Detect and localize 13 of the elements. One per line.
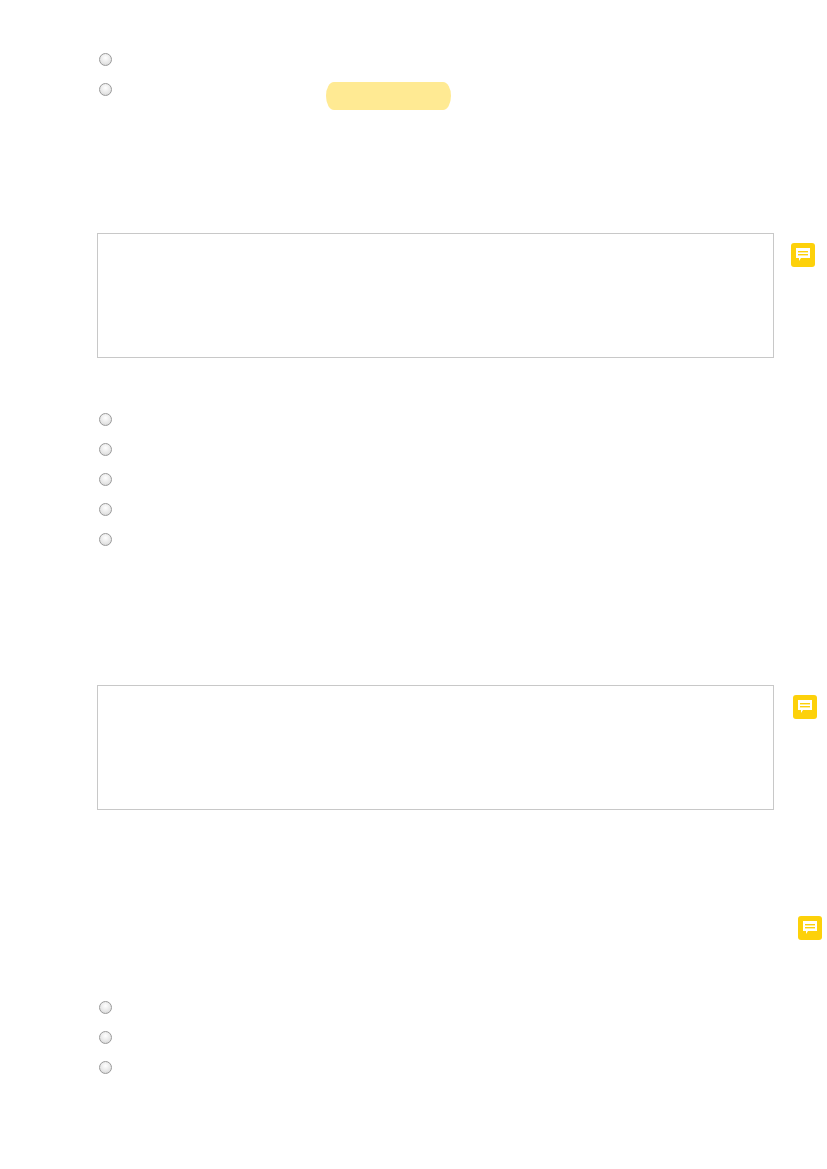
radio-button[interactable] (99, 52, 112, 66)
radio-button[interactable] (99, 472, 112, 486)
radio-button[interactable] (99, 1030, 112, 1044)
radio-button[interactable] (99, 502, 112, 516)
radio-button[interactable] (99, 532, 112, 546)
radio-button[interactable] (99, 82, 112, 96)
comment-icon[interactable] (798, 916, 822, 940)
radio-button[interactable] (99, 1000, 112, 1014)
comment-icon[interactable] (791, 243, 815, 267)
radio-button[interactable] (99, 412, 112, 426)
radio-button[interactable] (99, 1060, 112, 1074)
comment-icon[interactable] (793, 695, 817, 719)
radio-button[interactable] (99, 442, 112, 456)
